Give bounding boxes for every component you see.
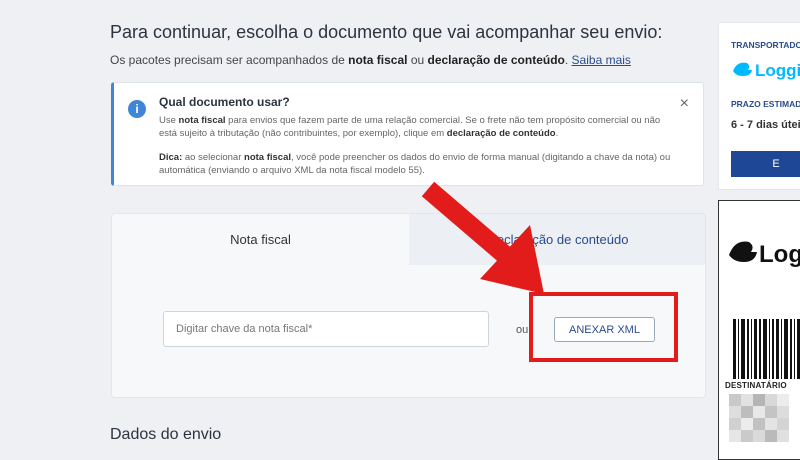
page-subtitle: Os pacotes precisam ser acompanhados de … (110, 53, 631, 67)
prazo-label: PRAZO ESTIMADO (731, 99, 800, 109)
dados-envio-heading: Dados do envio (110, 426, 222, 443)
loggi-wordmark: Loggi (755, 61, 800, 80)
shipping-label-preview: Loggi DESTINATÁRIO (718, 200, 800, 460)
subtitle-bold-nota-fiscal: nota fiscal (348, 53, 408, 67)
loggi-label-wordmark: Loggi (759, 241, 800, 268)
subtitle-text: . (564, 53, 572, 67)
subtitle-text: ou (407, 53, 428, 67)
subtitle-text: Os pacotes precisam ser acompanhados de (110, 53, 349, 67)
prazo-value: 6 - 7 dias úteis (731, 119, 800, 131)
info-paragraph-2: Dica: ao selecionar nota fiscal, você po… (159, 151, 679, 177)
info-text: Use (159, 115, 179, 126)
info-box: i Qual documento usar? Use nota fiscal p… (111, 82, 704, 186)
red-arrow-annotation (421, 181, 544, 294)
info-bold: nota fiscal (178, 115, 226, 126)
info-icon: i (128, 100, 146, 118)
info-title: Qual documento usar? (159, 95, 290, 109)
shipping-summary-card: TRANSPORTADORA Loggi PRAZO ESTIMADO 6 - … (718, 22, 800, 190)
destinatario-label: DESTINATÁRIO (725, 381, 787, 390)
info-bold: declaração de conteúdo (446, 128, 556, 139)
page-title: Para continuar, escolha o documento que … (110, 22, 663, 42)
loggi-bird-black-icon (729, 241, 757, 262)
info-text: ao selecionar (182, 152, 245, 163)
loggi-label-logo: Loggi (729, 241, 800, 268)
pixelated-address-block (729, 394, 789, 442)
or-label: ou (516, 324, 529, 336)
close-icon[interactable]: × (680, 95, 689, 113)
loggi-bird-icon (733, 62, 752, 76)
tab-nota-fiscal[interactable]: Nota fiscal (112, 214, 409, 265)
info-bold: nota fiscal (244, 152, 292, 163)
tab-strip: Nota fiscal Declaração de conteúdo (112, 214, 705, 265)
sidebar-action-button[interactable]: E (731, 151, 800, 177)
info-text: . (555, 128, 559, 139)
subtitle-bold-declaracao: declaração de conteúdo (427, 53, 565, 67)
info-bold: Dica: (159, 152, 183, 163)
info-paragraph-1: Use nota fiscal para envios que fazem pa… (159, 114, 679, 140)
transportadora-label: TRANSPORTADORA (731, 40, 800, 50)
info-text: para envios que fazem parte de uma relaç… (159, 115, 661, 139)
loggi-logo: Loggi (733, 61, 800, 80)
saiba-mais-link[interactable]: Saiba mais (572, 53, 631, 67)
arrow-shaft (421, 181, 512, 263)
barcode (733, 319, 800, 379)
chave-nota-fiscal-input[interactable] (163, 311, 489, 347)
